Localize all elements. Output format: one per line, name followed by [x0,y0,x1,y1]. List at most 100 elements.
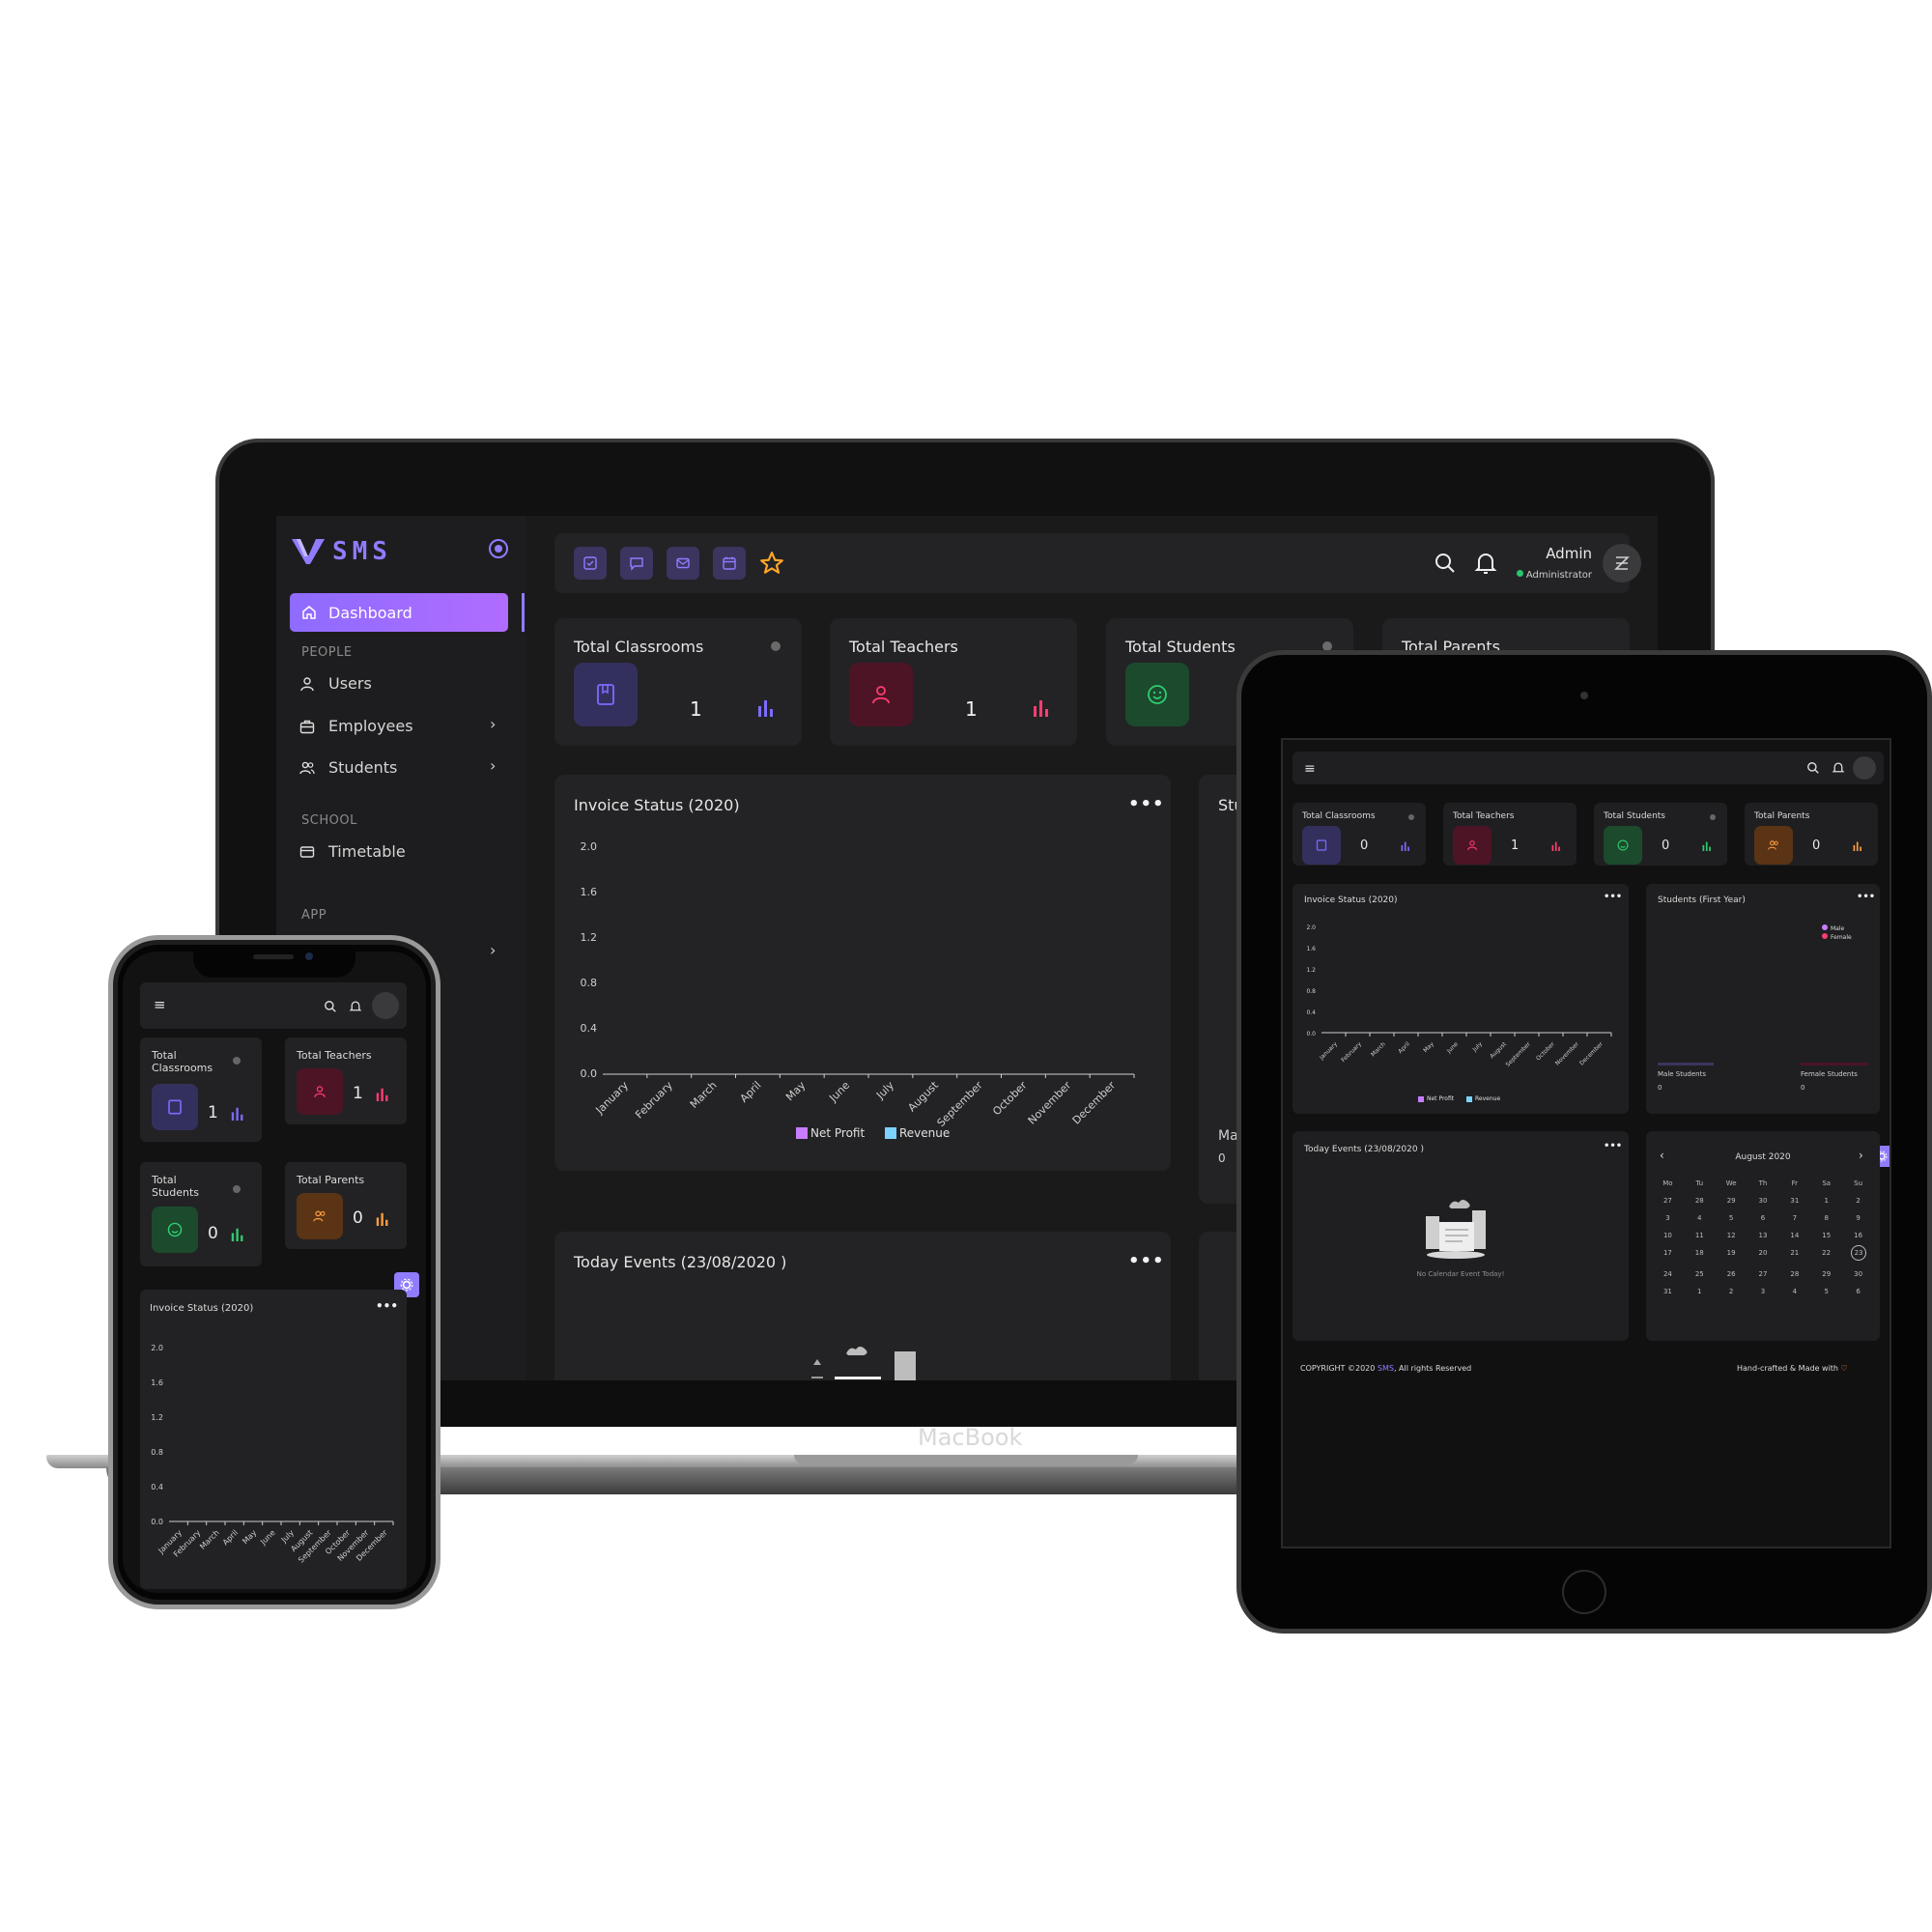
calendar-day[interactable]: 30 [1842,1270,1874,1278]
calendar-day[interactable]: 10 [1652,1232,1684,1239]
section-school: SCHOOL [301,813,357,828]
chat-button[interactable] [620,547,653,580]
calendar-day[interactable]: 29 [1716,1197,1747,1205]
calendar-day[interactable]: 16 [1842,1232,1874,1239]
calendar-day[interactable]: 11 [1684,1232,1716,1239]
footer-brand-link[interactable]: SMS [1378,1364,1394,1373]
male-students-label: Ma [1218,1128,1238,1144]
sidebar-item-timetable[interactable]: Timetable [299,842,406,861]
legend-swatch [885,1127,896,1139]
calendar-day[interactable]: 25 [1684,1270,1716,1278]
more-options-icon[interactable]: ••• [1128,1251,1165,1271]
calendar-day[interactable]: 30 [1747,1197,1779,1205]
calendar-day[interactable]: 2 [1716,1288,1747,1295]
more-options-icon[interactable]: ••• [1857,892,1875,902]
calendar-day[interactable]: 28 [1778,1270,1810,1278]
legend-swatch [1466,1096,1472,1102]
calendar-day[interactable]: 13 [1747,1232,1779,1239]
calendar-day[interactable]: 22 [1810,1249,1842,1261]
users-icon [297,1193,343,1239]
calendar-day[interactable]: 24 [1652,1270,1684,1278]
male-students-label: Male Students [1658,1070,1707,1078]
search-icon[interactable] [1806,761,1820,775]
sidebar-item-students[interactable]: Students [299,758,397,777]
calendar-day[interactable]: 4 [1778,1288,1810,1295]
more-options-icon[interactable]: ••• [376,1299,398,1313]
calendar-day[interactable]: 27 [1652,1197,1684,1205]
info-dot-icon[interactable] [233,1057,241,1065]
app-logo[interactable]: SMS [292,535,392,568]
bar-chart-icon [1551,841,1560,851]
star-icon[interactable] [759,551,784,576]
calendar-day[interactable]: 1 [1810,1197,1842,1205]
calendar-day[interactable]: 31 [1652,1288,1684,1295]
bell-icon[interactable] [1474,551,1497,576]
info-dot-icon[interactable] [1710,814,1716,820]
x-tick-label: April [221,1528,240,1547]
calendar-day[interactable]: 3 [1747,1288,1779,1295]
info-dot-icon[interactable] [771,641,781,651]
calendar-week-row: 10 11 12 13 14 15 16 [1652,1232,1874,1239]
avatar[interactable] [1603,544,1641,582]
calendar-day[interactable]: 6 [1747,1214,1779,1222]
book-icon [152,1084,198,1130]
calendar-day[interactable]: 29 [1810,1270,1842,1278]
search-icon[interactable] [1434,552,1457,575]
bell-icon[interactable] [1832,761,1845,775]
avatar[interactable] [372,992,399,1019]
x-tick-label: November [1026,1079,1074,1127]
sidebar-toggle-icon[interactable] [489,539,508,558]
calendar-day[interactable]: 20 [1747,1249,1779,1261]
avatar[interactable] [1853,756,1876,780]
bar-chart-icon [758,700,773,717]
tablet-home-button[interactable] [1562,1570,1606,1614]
user-info[interactable]: Admin Administrator [1515,545,1592,582]
calendar-day[interactable]: 28 [1684,1197,1716,1205]
todo-button[interactable] [574,547,607,580]
info-dot-icon[interactable] [1408,814,1414,820]
tablet-screen: ≡ Total Classrooms 0 Total Teachers 1 To… [1281,738,1891,1548]
info-dot-icon[interactable] [233,1185,241,1193]
calendar-day[interactable]: 18 [1684,1249,1716,1261]
calendar-day[interactable]: 12 [1716,1232,1747,1239]
calendar-day[interactable]: 4 [1684,1214,1716,1222]
menu-icon[interactable]: ≡ [154,996,166,1013]
bar-chart-icon [1702,841,1711,851]
more-options-icon[interactable]: ••• [1128,794,1165,814]
calendar-day[interactable]: 7 [1778,1214,1810,1222]
sidebar-item-users[interactable]: Users [299,674,372,693]
y-tick-label: 1.6 [1306,946,1316,952]
calendar-day[interactable]: 19 [1716,1249,1747,1261]
search-icon[interactable] [324,1000,337,1013]
calendar-week-row: 31 1 2 3 4 5 6 [1652,1288,1874,1295]
calendar-day[interactable]: 5 [1810,1288,1842,1295]
calendar-day[interactable]: 2 [1842,1197,1874,1205]
calendar-day[interactable]: 5 [1716,1214,1747,1222]
calendar-day[interactable]: 1 [1684,1288,1716,1295]
calendar-day[interactable]: 9 [1842,1214,1874,1222]
menu-icon[interactable]: ≡ [1304,761,1316,777]
phone-stat-card-classrooms: Total Classrooms 1 [140,1037,262,1142]
next-month-icon[interactable]: › [1859,1149,1863,1162]
calendar-day[interactable]: 8 [1810,1214,1842,1222]
calendar-day[interactable]: 14 [1778,1232,1810,1239]
bar-chart-icon [1034,700,1048,717]
more-options-icon[interactable]: ••• [1604,892,1622,902]
calendar-day[interactable]: 21 [1778,1249,1810,1261]
calendar-day[interactable]: 6 [1842,1288,1874,1295]
icon-tile [574,663,638,726]
calendar-button[interactable] [713,547,746,580]
sidebar-item-employees[interactable]: Employees [299,717,413,735]
x-tick-label: March [1370,1040,1387,1058]
calendar-day[interactable]: 3 [1652,1214,1684,1222]
calendar-day[interactable]: 17 [1652,1249,1684,1261]
bell-icon[interactable] [349,1000,362,1013]
sidebar-item-dashboard[interactable]: Dashboard [290,593,508,632]
calendar-day[interactable]: 15 [1810,1232,1842,1239]
calendar-day[interactable]: 26 [1716,1270,1747,1278]
calendar-day[interactable]: 31 [1778,1197,1810,1205]
calendar-day-today[interactable]: 23 [1851,1245,1866,1261]
more-options-icon[interactable]: ••• [1604,1141,1622,1151]
email-button[interactable] [667,547,699,580]
calendar-day[interactable]: 27 [1747,1270,1779,1278]
